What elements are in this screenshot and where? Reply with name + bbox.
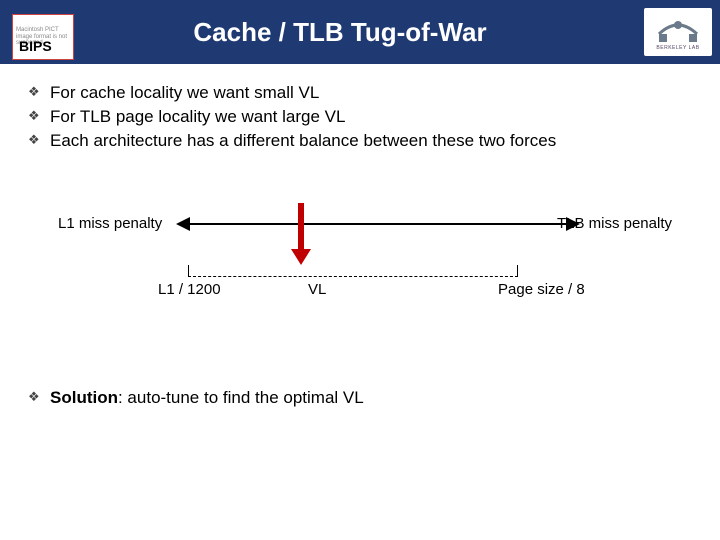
content-area: For cache locality we want small VL For … xyxy=(0,64,720,335)
bullet-item: Each architecture has a different balanc… xyxy=(28,130,692,153)
bullet-item: For cache locality we want small VL xyxy=(28,82,692,105)
bullet-item: For TLB page locality we want large VL xyxy=(28,106,692,129)
solution-section: Solution: auto-tune to find the optimal … xyxy=(0,387,720,410)
axis-mid-label: VL xyxy=(308,281,326,298)
l1-miss-label: L1 miss penalty xyxy=(58,215,162,232)
solution-prefix: Solution xyxy=(50,388,118,407)
bips-label: BIPS xyxy=(19,39,52,54)
axis-right-label: Page size / 8 xyxy=(498,281,585,298)
slide-title: Cache / TLB Tug-of-War xyxy=(193,17,526,48)
horizontal-double-arrow-icon xyxy=(188,223,568,225)
solution-bullet: Solution: auto-tune to find the optimal … xyxy=(28,387,720,410)
berkeley-lab-logo: BERKELEY LAB xyxy=(644,8,712,56)
tug-of-war-diagram: L1 miss penalty TLB miss penalty L1 / 12… xyxy=(28,215,692,335)
range-bracket-icon xyxy=(188,265,518,277)
lab-label: BERKELEY LAB xyxy=(656,45,699,51)
bullet-list: For cache locality we want small VL For … xyxy=(28,82,692,153)
title-bar: Macintosh PICT image format is not suppo… xyxy=(0,0,720,64)
solution-text: : auto-tune to find the optimal VL xyxy=(118,388,364,407)
bips-badge: Macintosh PICT image format is not suppo… xyxy=(12,14,74,60)
axis-left-label: L1 / 1200 xyxy=(158,281,221,298)
down-arrow-icon xyxy=(298,203,304,251)
